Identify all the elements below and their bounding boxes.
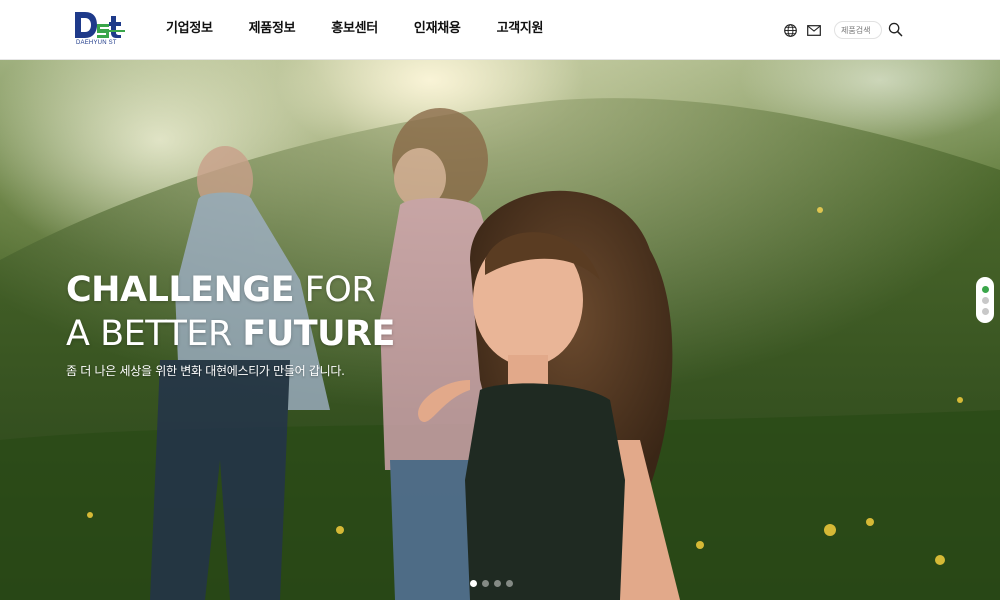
mail-icon[interactable] <box>806 22 822 38</box>
hero-title-line1: CHALLENGE FOR <box>66 268 395 312</box>
hero-subtitle: 좀 더 나은 세상을 위한 변화 대현에스티가 만들어 갑니다. <box>66 364 345 378</box>
nav-item-products[interactable]: 제품정보 <box>249 20 296 38</box>
search-icon[interactable] <box>888 22 904 38</box>
slider-pagination <box>470 580 518 587</box>
nav-item-careers[interactable]: 인재채용 <box>414 20 461 38</box>
hero-title: CHALLENGE FOR A BETTER FUTURE <box>66 268 395 356</box>
logo-mark-icon <box>75 12 125 38</box>
logo[interactable]: DAEHYUN ST <box>73 10 127 50</box>
hero-title-light-1: FOR <box>304 270 376 310</box>
hero-title-light-2: A BETTER <box>66 314 232 354</box>
side-nav-dot[interactable] <box>981 285 989 293</box>
logo-subtext: DAEHYUN ST <box>76 40 117 46</box>
slide-dot[interactable] <box>482 580 489 587</box>
slide-dot[interactable] <box>506 580 513 587</box>
hero-title-bold-1: CHALLENGE <box>66 270 295 310</box>
globe-icon[interactable] <box>782 22 798 38</box>
main-nav: 기업정보 제품정보 홍보센터 인재채용 고객지원 <box>166 20 579 38</box>
nav-item-support[interactable]: 고객지원 <box>497 20 544 38</box>
product-search-input[interactable] <box>834 21 882 39</box>
hero-title-line2: A BETTER FUTURE <box>66 312 395 356</box>
hero-banner: CHALLENGE FOR A BETTER FUTURE 좀 더 나은 세상을… <box>0 60 1000 600</box>
slide-dot[interactable] <box>494 580 501 587</box>
side-nav-dot[interactable] <box>981 296 989 304</box>
hero-title-bold-2: FUTURE <box>242 314 395 354</box>
header-utilities <box>782 21 904 39</box>
nav-item-pr-center[interactable]: 홍보센터 <box>331 20 378 38</box>
site-header: DAEHYUN ST 기업정보 제품정보 홍보센터 인재채용 고객지원 <box>0 0 1000 60</box>
slide-dot[interactable] <box>470 580 477 587</box>
side-nav-dot[interactable] <box>981 307 989 315</box>
nav-item-company[interactable]: 기업정보 <box>166 20 213 38</box>
side-section-nav <box>976 277 994 323</box>
